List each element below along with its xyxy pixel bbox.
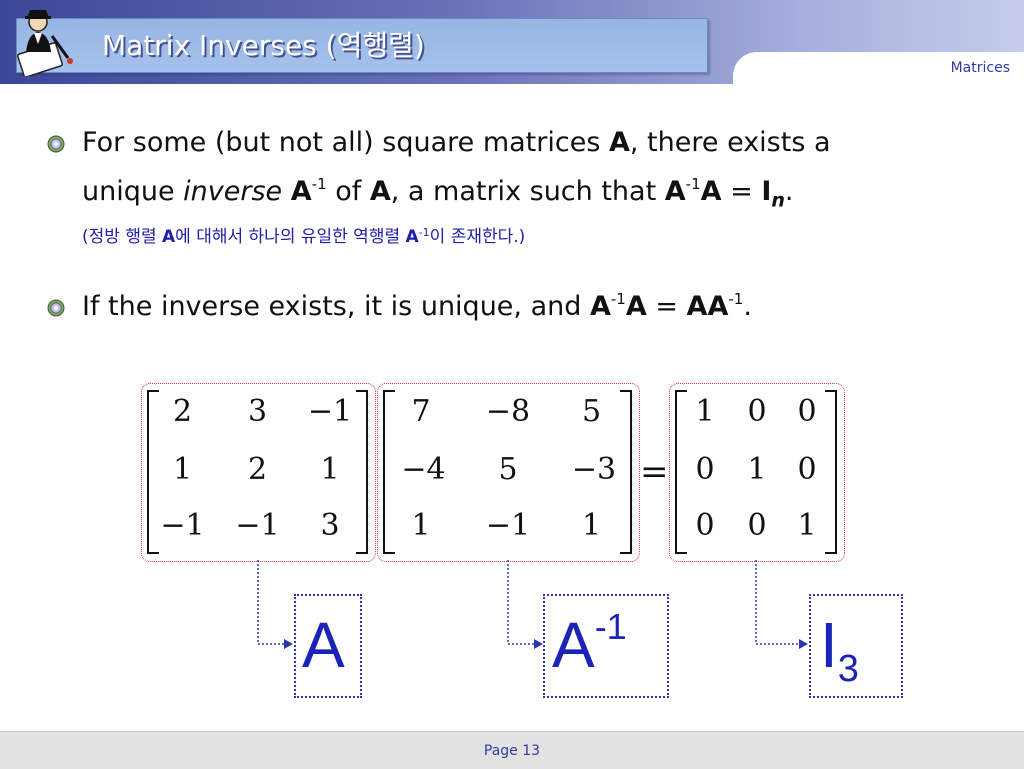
matrix-cell: 1 xyxy=(695,394,715,429)
matrix-cell: 1 xyxy=(581,508,602,543)
matrix-cell: 0 xyxy=(797,452,817,487)
matrix-cell: −1 xyxy=(485,508,531,543)
label-i3: I3 xyxy=(820,609,859,690)
connector-i3 xyxy=(755,560,800,645)
bullet-icon xyxy=(47,135,65,153)
section-label: Matrices xyxy=(950,60,1010,76)
matrix-cell: 7 xyxy=(411,394,431,429)
bullet-1-line-1: For some (but not all) square matrices A… xyxy=(82,127,831,158)
matrix-a: 2 3 −1 1 2 1 −1 −1 3 xyxy=(145,390,370,555)
arrowhead-icon xyxy=(534,639,543,649)
arrowhead-icon xyxy=(284,639,293,649)
connector-a xyxy=(257,560,286,645)
label-a-inverse: A-1 xyxy=(552,606,627,681)
matrix-a-inverse: 7 −8 5 −4 5 −3 1 −1 1 xyxy=(381,390,634,555)
matrix-cell: 0 xyxy=(747,394,767,429)
matrix-cell: 3 xyxy=(247,394,268,429)
matrix-cell: 1 xyxy=(411,508,431,543)
page-title: Matrix Inverses (역행렬) xyxy=(102,29,425,62)
matrix-cell: 2 xyxy=(247,452,268,487)
matrix-cell: 2 xyxy=(172,394,193,429)
matrix-cell: 1 xyxy=(172,452,193,487)
matrix-cell: −1 xyxy=(160,508,205,543)
bullet-1-korean-note: (정방 행렬 A에 대해서 하나의 유일한 역행렬 A-1이 존재한다.) xyxy=(82,226,526,247)
matrix-cell: 1 xyxy=(320,452,340,487)
matrix-identity: 1 0 0 0 1 0 0 0 1 xyxy=(673,390,839,555)
matrix-cell: −8 xyxy=(485,394,531,429)
matrix-cell: −1 xyxy=(235,508,280,543)
matrix-cell: 0 xyxy=(797,394,817,429)
matrix-cell: −3 xyxy=(571,452,617,487)
matrix-cell: 0 xyxy=(747,508,767,543)
matrix-cell: −4 xyxy=(401,452,446,487)
label-a: A xyxy=(302,609,345,681)
matrix-cell: −1 xyxy=(307,394,353,429)
matrix-cell: 5 xyxy=(581,394,602,429)
equals-sign: = xyxy=(640,452,669,492)
matrix-cell: 3 xyxy=(320,508,340,543)
connector-a-inv xyxy=(507,560,535,645)
matrix-cell: 0 xyxy=(695,508,715,543)
matrix-cell: 1 xyxy=(797,508,817,543)
matrix-cell: 0 xyxy=(695,452,715,487)
arrowhead-icon xyxy=(799,639,808,649)
bullet-1-line-2: unique inverse A-1 of A, a matrix such t… xyxy=(82,175,794,212)
bullet-2-text: If the inverse exists, it is unique, and… xyxy=(82,290,752,322)
page-number: Page 13 xyxy=(483,743,541,759)
matrix-cell: 5 xyxy=(498,452,518,487)
bullet-icon xyxy=(47,299,65,317)
teacher-logo-icon xyxy=(17,10,73,76)
matrix-cell: 1 xyxy=(747,452,767,487)
